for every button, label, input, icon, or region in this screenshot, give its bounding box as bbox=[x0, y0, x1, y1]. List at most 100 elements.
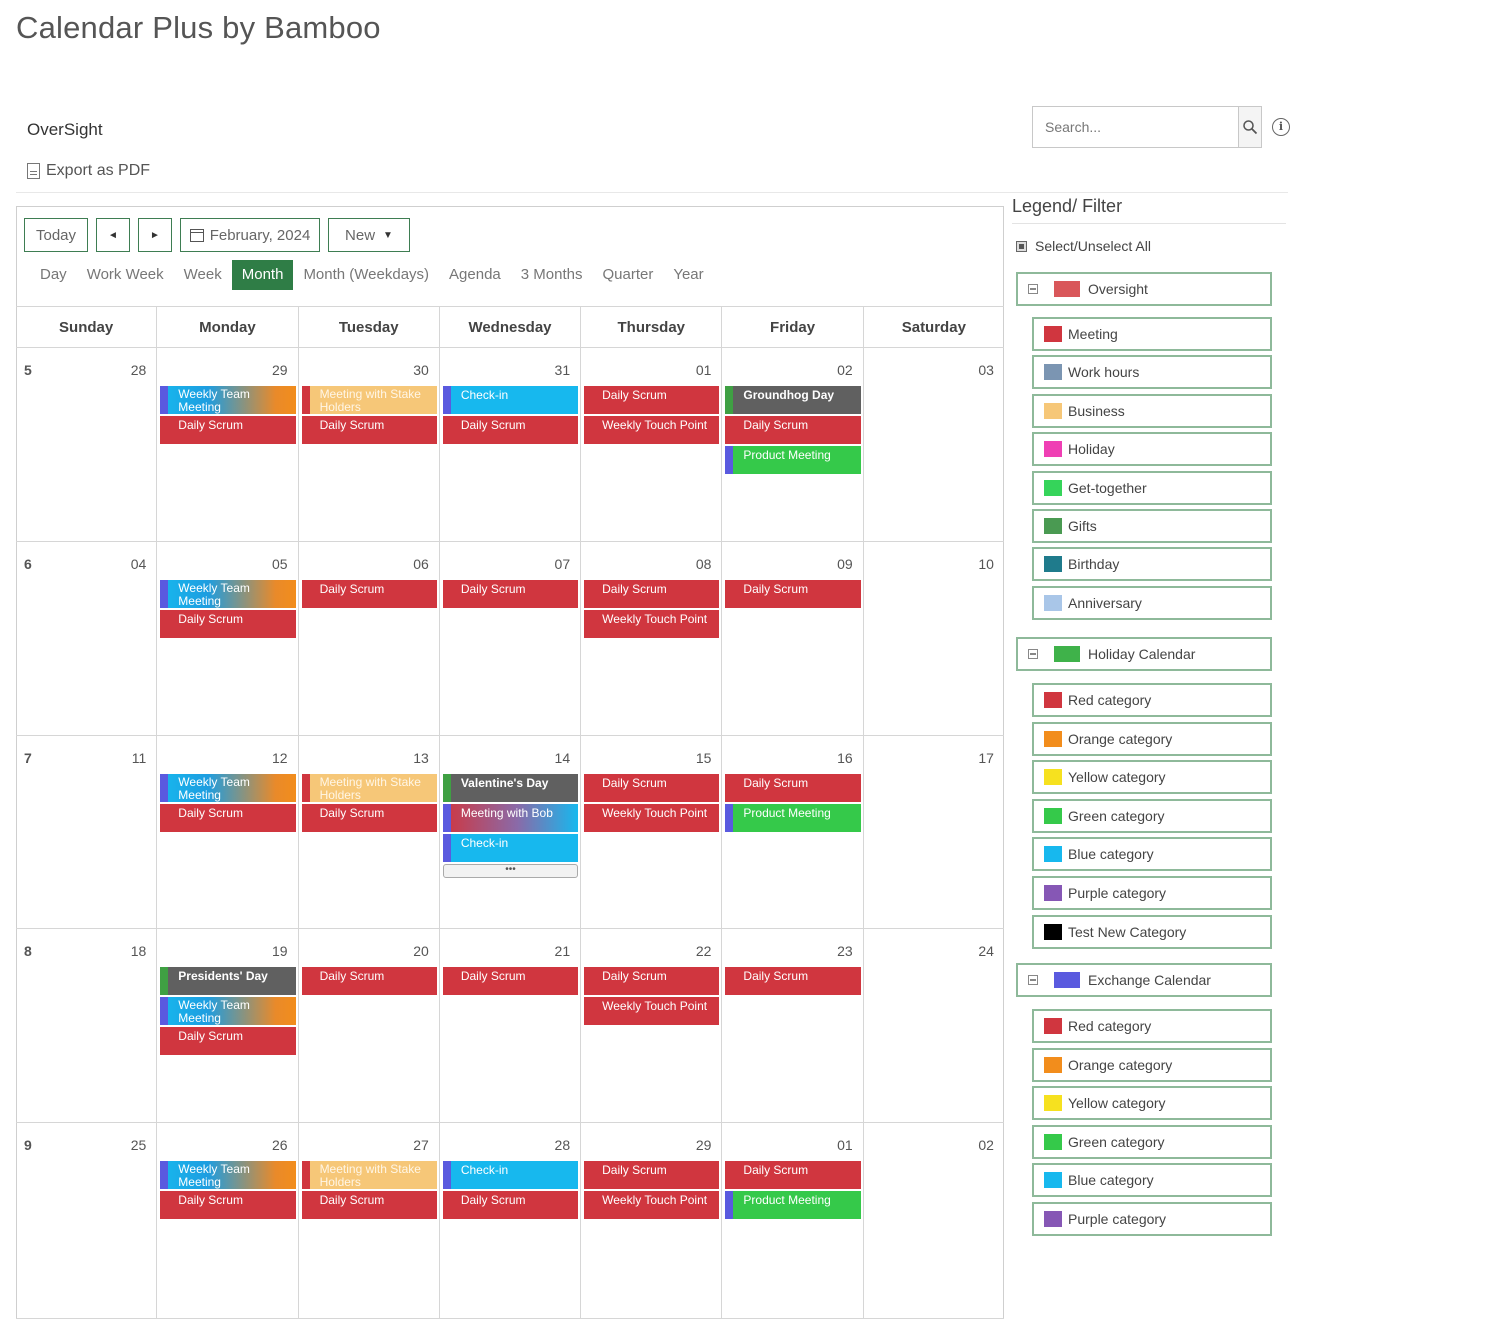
info-icon[interactable]: i bbox=[1272, 118, 1290, 136]
day-cell[interactable]: 8 18 bbox=[16, 929, 158, 1122]
collapse-toggle-icon[interactable] bbox=[1028, 649, 1038, 659]
event-groundhog-day[interactable]: Groundhog Day bbox=[725, 386, 861, 414]
collapse-toggle-icon[interactable] bbox=[1028, 284, 1038, 294]
legend-group-holiday-calendar[interactable]: Holiday Calendar bbox=[1016, 637, 1272, 671]
event-daily-scrum[interactable]: Daily Scrum bbox=[584, 774, 720, 802]
prev-button[interactable]: ◄ bbox=[96, 218, 130, 252]
event-weekly-touch-point[interactable]: Weekly Touch Point bbox=[584, 610, 720, 638]
event-daily-scrum[interactable]: Daily Scrum bbox=[160, 804, 296, 832]
legend-item-gifts[interactable]: Gifts bbox=[1032, 509, 1272, 543]
view-tab-work-week[interactable]: Work Week bbox=[77, 260, 174, 290]
search-input[interactable] bbox=[1033, 107, 1238, 147]
event-daily-scrum[interactable]: Daily Scrum bbox=[160, 610, 296, 638]
day-cell[interactable]: 23 Daily Scrum bbox=[722, 929, 864, 1122]
day-cell[interactable]: 12 Weekly Team Meeting Daily Scrum bbox=[157, 736, 299, 928]
legend-group-oversight[interactable]: Oversight bbox=[1016, 272, 1272, 306]
event-meeting-with-stake-holders[interactable]: Meeting with Stake Holders bbox=[301, 1161, 437, 1189]
event-presidents-day[interactable]: Presidents' Day bbox=[160, 967, 296, 995]
day-cell[interactable]: 30 Meeting with Stake Holders Daily Scrum bbox=[299, 348, 440, 541]
event-meeting-with-bob[interactable]: Meeting with Bob bbox=[442, 804, 579, 832]
event-daily-scrum[interactable]: Daily Scrum bbox=[584, 386, 720, 414]
legend-item-green-category[interactable]: Green category bbox=[1032, 799, 1272, 833]
collapse-toggle-icon[interactable] bbox=[1028, 975, 1038, 985]
new-dropdown-button[interactable]: New ▼ bbox=[328, 218, 410, 252]
legend-item-business[interactable]: Business bbox=[1032, 394, 1272, 428]
legend-item-red-category[interactable]: Red category bbox=[1032, 683, 1272, 717]
event-daily-scrum[interactable]: Daily Scrum bbox=[301, 967, 437, 995]
legend-item-orange-category[interactable]: Orange category bbox=[1032, 722, 1272, 756]
legend-item-purple-category[interactable]: Purple category bbox=[1032, 1202, 1272, 1236]
event-daily-scrum[interactable]: Daily Scrum bbox=[160, 1191, 296, 1219]
day-cell[interactable]: 02 bbox=[864, 1123, 1004, 1318]
select-all-checkbox[interactable] bbox=[1016, 240, 1027, 252]
event-weekly-team-meeting[interactable]: Weekly Team Meeting bbox=[160, 774, 296, 802]
event-daily-scrum[interactable]: Daily Scrum bbox=[725, 416, 861, 444]
legend-group-exchange-calendar[interactable]: Exchange Calendar bbox=[1016, 963, 1272, 997]
day-cell[interactable]: 07 Daily Scrum bbox=[440, 542, 582, 735]
day-cell[interactable]: 31 Check-in Daily Scrum bbox=[440, 348, 582, 541]
event-daily-scrum[interactable]: Daily Scrum bbox=[442, 580, 579, 608]
event-product-meeting[interactable]: Product Meeting bbox=[725, 1191, 861, 1219]
day-cell[interactable]: 01 Daily Scrum Weekly Touch Point bbox=[581, 348, 723, 541]
view-tab-month[interactable]: Month bbox=[231, 260, 294, 290]
today-button[interactable]: Today bbox=[24, 218, 88, 252]
day-cell[interactable]: 02 Groundhog Day Daily Scrum Product Meetin… bbox=[722, 348, 864, 541]
day-cell[interactable]: 7 11 bbox=[16, 736, 158, 928]
legend-item-anniversary[interactable]: Anniversary bbox=[1032, 586, 1272, 620]
day-cell[interactable]: 21 Daily Scrum bbox=[440, 929, 582, 1122]
legend-item-orange-category[interactable]: Orange category bbox=[1032, 1048, 1272, 1082]
event-product-meeting[interactable]: Product Meeting bbox=[725, 804, 861, 832]
event-daily-scrum[interactable]: Daily Scrum bbox=[725, 774, 861, 802]
event-weekly-touch-point[interactable]: Weekly Touch Point bbox=[584, 416, 720, 444]
view-tab-agenda[interactable]: Agenda bbox=[439, 260, 511, 290]
day-cell[interactable]: 01 Daily Scrum Product Meeting bbox=[722, 1123, 864, 1318]
event-daily-scrum[interactable]: Daily Scrum bbox=[442, 967, 579, 995]
legend-item-get-together[interactable]: Get-together bbox=[1032, 471, 1272, 505]
event-daily-scrum[interactable]: Daily Scrum bbox=[584, 1161, 720, 1189]
event-daily-scrum[interactable]: Daily Scrum bbox=[301, 804, 437, 832]
legend-item-purple-category[interactable]: Purple category bbox=[1032, 876, 1272, 910]
event-check-in[interactable]: Check-in bbox=[442, 386, 579, 414]
event-check-in[interactable]: Check-in bbox=[442, 1161, 579, 1189]
legend-item-holiday[interactable]: Holiday bbox=[1032, 432, 1272, 466]
day-cell[interactable]: 17 bbox=[864, 736, 1004, 928]
event-daily-scrum[interactable]: Daily Scrum bbox=[301, 416, 437, 444]
day-cell[interactable]: 27 Meeting with Stake Holders Daily Scrum bbox=[299, 1123, 440, 1318]
day-cell[interactable]: 13 Meeting with Stake Holders Daily Scrum bbox=[299, 736, 440, 928]
day-cell[interactable]: 24 bbox=[864, 929, 1004, 1122]
day-cell[interactable]: 20 Daily Scrum bbox=[299, 929, 440, 1122]
event-weekly-touch-point[interactable]: Weekly Touch Point bbox=[584, 997, 720, 1025]
day-cell[interactable]: 5 28 bbox=[16, 348, 158, 541]
legend-item-work-hours[interactable]: Work hours bbox=[1032, 355, 1272, 389]
date-picker-button[interactable]: February, 2024 bbox=[180, 218, 320, 252]
event-daily-scrum[interactable]: Daily Scrum bbox=[584, 967, 720, 995]
legend-item-meeting[interactable]: Meeting bbox=[1032, 317, 1272, 351]
legend-item-birthday[interactable]: Birthday bbox=[1032, 547, 1272, 581]
view-tab-day[interactable]: Day bbox=[30, 260, 77, 290]
day-cell[interactable]: 08 Daily Scrum Weekly Touch Point bbox=[581, 542, 723, 735]
day-cell[interactable]: 26 Weekly Team Meeting Daily Scrum bbox=[157, 1123, 299, 1318]
next-button[interactable]: ► bbox=[138, 218, 172, 252]
day-cell[interactable]: 14 Valentine's Day Meeting with Bob Check-i… bbox=[440, 736, 582, 928]
day-cell[interactable]: 19 Presidents' Day Weekly Team Meeting Dail… bbox=[157, 929, 299, 1122]
day-cell[interactable]: 16 Daily Scrum Product Meeting bbox=[722, 736, 864, 928]
view-tab-year[interactable]: Year bbox=[663, 260, 713, 290]
day-cell[interactable]: 05 Weekly Team Meeting Daily Scrum bbox=[157, 542, 299, 735]
view-tab-month-weekdays[interactable]: Month (Weekdays) bbox=[293, 260, 439, 290]
event-meeting-with-stake-holders[interactable]: Meeting with Stake Holders bbox=[301, 386, 437, 414]
day-cell[interactable]: 29 Weekly Team Meeting Daily Scrum bbox=[157, 348, 299, 541]
event-weekly-team-meeting[interactable]: Weekly Team Meeting bbox=[160, 1161, 296, 1189]
legend-item-yellow-category[interactable]: Yellow category bbox=[1032, 1086, 1272, 1120]
event-daily-scrum[interactable]: Daily Scrum bbox=[725, 967, 861, 995]
export-pdf-link[interactable]: Export as PDF bbox=[27, 162, 150, 180]
event-daily-scrum[interactable]: Daily Scrum bbox=[301, 1191, 437, 1219]
view-tab-quarter[interactable]: Quarter bbox=[592, 260, 663, 290]
legend-item-blue-category[interactable]: Blue category bbox=[1032, 1163, 1272, 1197]
more-events-button[interactable]: ••• bbox=[442, 864, 579, 878]
event-meeting-with-stake-holders[interactable]: Meeting with Stake Holders bbox=[301, 774, 437, 802]
event-weekly-touch-point[interactable]: Weekly Touch Point bbox=[584, 804, 720, 832]
event-product-meeting[interactable]: Product Meeting bbox=[725, 446, 861, 474]
event-daily-scrum[interactable]: Daily Scrum bbox=[160, 416, 296, 444]
event-check-in[interactable]: Check-in bbox=[442, 834, 579, 862]
legend-item-red-category[interactable]: Red category bbox=[1032, 1009, 1272, 1043]
